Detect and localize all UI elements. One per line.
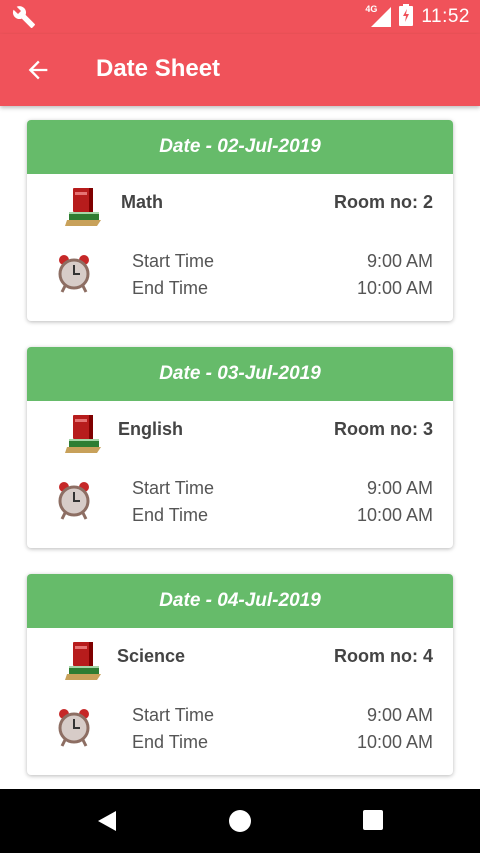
- subject-name: Science: [117, 646, 186, 666]
- subject-name: Math: [121, 192, 163, 212]
- signal-4g-icon: 4G: [365, 4, 392, 27]
- end-time-value: 10:00 AM: [356, 505, 433, 525]
- nav-recents-icon[interactable]: [362, 809, 384, 836]
- room-number: Room no: 4: [334, 646, 433, 666]
- wrench-icon: [12, 5, 36, 34]
- exam-list[interactable]: Date - 02-Jul-2019 Math Room no: 2 Start…: [0, 106, 480, 789]
- alarm-clock-icon: [57, 480, 91, 520]
- start-time-label: Start Time: [132, 251, 215, 271]
- nav-back-icon[interactable]: [96, 809, 118, 838]
- subject-name: English: [118, 419, 184, 439]
- alarm-clock-icon: [57, 707, 91, 747]
- room-number: Room no: 3: [334, 419, 433, 439]
- end-time-label: End Time: [132, 278, 209, 298]
- book-icon: [63, 640, 105, 682]
- end-time-value: 10:00 AM: [356, 278, 433, 298]
- exam-date-header: Date - 04-Jul-2019: [27, 574, 453, 628]
- book-icon: [63, 413, 105, 455]
- alarm-clock-icon: [57, 253, 91, 293]
- end-time-label: End Time: [132, 505, 209, 525]
- end-time-value: 10:00 AM: [356, 732, 433, 752]
- start-time-value: 9:00 AM: [366, 478, 433, 498]
- back-arrow-icon[interactable]: [24, 56, 52, 84]
- book-icon: [63, 186, 105, 228]
- exam-card[interactable]: Date - 02-Jul-2019 Math Room no: 2 Start…: [27, 120, 453, 321]
- start-time-label: Start Time: [132, 478, 215, 498]
- end-time-label: End Time: [132, 732, 209, 752]
- start-time-label: Start Time: [132, 705, 215, 725]
- start-time-value: 9:00 AM: [366, 251, 433, 271]
- app-bar: Date Sheet: [0, 34, 480, 106]
- navigation-bar: [0, 789, 480, 853]
- network-type-label: 4G: [365, 4, 378, 14]
- status-time: 11:52: [421, 6, 470, 27]
- exam-card[interactable]: Date - 03-Jul-2019 English Room no: 3 St…: [27, 347, 453, 548]
- room-number: Room no: 2: [334, 192, 433, 212]
- exam-date-header: Date - 02-Jul-2019: [27, 120, 453, 174]
- start-time-value: 9:00 AM: [366, 705, 433, 725]
- battery-charging-icon: [399, 3, 414, 31]
- nav-home-icon[interactable]: [228, 809, 252, 838]
- status-bar: 4G 11:52: [0, 0, 480, 34]
- exam-card[interactable]: Date - 04-Jul-2019 Science Room no: 4 St…: [27, 574, 453, 775]
- exam-date-header: Date - 03-Jul-2019: [27, 347, 453, 401]
- page-title: Date Sheet: [96, 55, 221, 82]
